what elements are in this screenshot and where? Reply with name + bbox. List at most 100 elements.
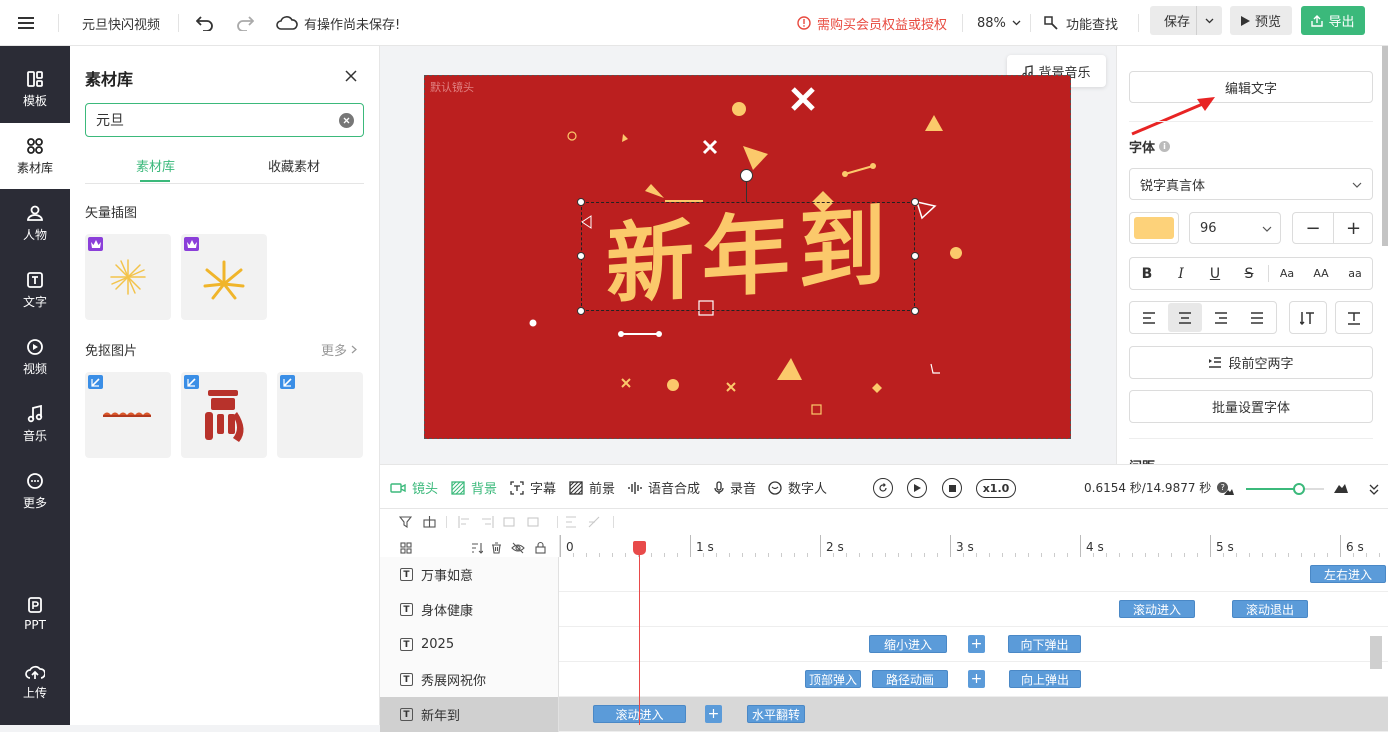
nav-item-more[interactable]: 更多 [0, 458, 70, 524]
search-box[interactable]: 元旦 [85, 103, 364, 137]
add-animation-button[interactable]: + [705, 705, 722, 723]
nav-item-upload[interactable]: 上传 [0, 649, 70, 715]
delete-icon[interactable] [491, 542, 502, 558]
stop-button[interactable] [942, 478, 962, 498]
nav-item-template[interactable]: 模板 [0, 56, 70, 122]
animation-clip[interactable]: 水平翻转 [747, 705, 805, 723]
animation-clip[interactable]: 向下弹出 [1008, 635, 1081, 653]
track-label[interactable]: T 身体健康 [380, 592, 559, 627]
strikethrough-button[interactable]: S [1232, 258, 1266, 289]
case-lower-button[interactable]: aa [1338, 258, 1372, 289]
zoom-select[interactable]: 88% [977, 0, 1021, 46]
slider-handle[interactable] [1293, 483, 1305, 495]
nav-item-ppt[interactable]: PPT [0, 581, 70, 647]
playhead-marker[interactable] [633, 541, 646, 555]
track-label[interactable]: T 万事如意 [380, 557, 559, 592]
nav-item-video[interactable]: 视频 [0, 324, 70, 390]
track-row[interactable]: T 2025 缩小进入 + 向下弹出 [380, 627, 1388, 662]
tab-background[interactable]: 背景 [451, 465, 497, 510]
timeline-zoom-slider[interactable] [1246, 483, 1324, 495]
more-link[interactable]: 更多 [321, 340, 357, 359]
grid-view-icon[interactable] [400, 542, 412, 558]
info-icon[interactable]: i [1159, 141, 1171, 152]
rotate-handle[interactable] [740, 169, 753, 182]
project-title[interactable]: 元旦快闪视频 [82, 0, 160, 46]
preview-button[interactable]: 预览 [1230, 6, 1292, 35]
nav-item-music[interactable]: 音乐 [0, 391, 70, 457]
chevron-down-icon[interactable] [1205, 18, 1214, 24]
align-left-icon[interactable] [1132, 303, 1166, 332]
menu-icon[interactable] [18, 0, 34, 46]
tab-asset-library[interactable]: 素材库 [136, 156, 175, 175]
decrease-button[interactable]: − [1293, 213, 1333, 243]
animation-clip[interactable]: 缩小进入 [869, 635, 947, 653]
animation-clip[interactable]: 左右进入 [1310, 565, 1386, 583]
zoom-out-icon[interactable] [1224, 484, 1234, 499]
play-button[interactable] [907, 478, 927, 498]
case-title-button[interactable]: Aa [1270, 258, 1304, 289]
font-size-select[interactable]: 96 [1189, 212, 1281, 244]
underline-button[interactable]: U [1198, 258, 1232, 289]
clear-icon[interactable] [339, 113, 354, 128]
track-label[interactable]: T 秀展网祝你 [380, 662, 559, 697]
vertical-text-icon[interactable] [1289, 301, 1327, 334]
selection-handle[interactable] [911, 307, 919, 315]
nav-item-assets[interactable]: 素材库 [0, 123, 70, 189]
track-label[interactable]: T 新年到 [380, 697, 559, 732]
align-justify-icon[interactable] [1240, 303, 1274, 332]
tab-subtitle[interactable]: 字幕 [510, 465, 556, 510]
tab-favorites[interactable]: 收藏素材 [268, 156, 320, 175]
member-warning[interactable]: 需购买会员权益或授权 [797, 0, 947, 46]
tab-foreground[interactable]: 前景 [569, 465, 615, 510]
sort-icon[interactable] [471, 542, 484, 558]
nav-item-text[interactable]: 文字 [0, 257, 70, 323]
asset-thumbnail[interactable] [277, 372, 363, 458]
video-canvas[interactable]: 默认镜头 新年到 [424, 75, 1071, 439]
collapse-icon[interactable] [1368, 483, 1380, 499]
feature-search-button[interactable]: 功能查找 [1044, 0, 1118, 46]
batch-font-button[interactable]: 批量设置字体 [1129, 390, 1373, 423]
asset-thumbnail[interactable] [85, 234, 171, 320]
animation-clip[interactable]: 路径动画 [872, 670, 948, 688]
zoom-in-icon[interactable] [1334, 482, 1348, 497]
animation-clip[interactable]: 滚动退出 [1232, 600, 1308, 618]
speed-button[interactable]: x1.0 [976, 479, 1016, 498]
asset-thumbnail[interactable] [85, 372, 171, 458]
track-label[interactable]: T 2025 [380, 627, 559, 662]
bold-button[interactable]: B [1130, 258, 1164, 289]
split-icon[interactable] [423, 516, 436, 532]
tab-digital-human[interactable]: 数字人 [768, 465, 827, 510]
track-row[interactable]: T新年到滚动进入+水平翻转 [380, 697, 1388, 732]
selection-handle[interactable] [577, 198, 585, 206]
indent-button[interactable]: 段前空两字 [1129, 346, 1373, 379]
track-row[interactable]: T 身体健康 滚动进入 滚动退出 [380, 592, 1388, 627]
save-button[interactable]: 保存 [1150, 6, 1222, 35]
selection-handle[interactable] [911, 252, 919, 260]
selection-handle[interactable] [911, 198, 919, 206]
asset-thumbnail[interactable] [181, 234, 267, 320]
selection-handle[interactable] [577, 252, 585, 260]
italic-button[interactable]: I [1164, 258, 1198, 289]
scrollbar[interactable] [1382, 46, 1388, 246]
timeline-scrollbar[interactable] [1370, 636, 1382, 669]
font-select[interactable]: 锐字真言体 [1129, 168, 1373, 200]
selection-handle[interactable] [577, 307, 585, 315]
align-right-icon[interactable] [1204, 303, 1238, 332]
align-center-icon[interactable] [1168, 303, 1202, 332]
replay-icon[interactable] [873, 478, 893, 498]
case-upper-button[interactable]: AA [1304, 258, 1338, 289]
animation-clip[interactable]: 顶部弹入 [805, 670, 861, 688]
redo-icon[interactable] [236, 0, 254, 46]
add-animation-button[interactable]: + [968, 670, 985, 688]
nav-item-person[interactable]: 人物 [0, 190, 70, 256]
undo-icon[interactable] [196, 0, 214, 46]
asset-thumbnail[interactable] [181, 372, 267, 458]
add-animation-button[interactable]: + [968, 635, 985, 653]
animation-clip[interactable]: 向上弹出 [1009, 670, 1081, 688]
filter-icon[interactable] [398, 516, 413, 532]
color-picker[interactable] [1129, 212, 1179, 244]
lock-icon[interactable] [535, 541, 546, 558]
search-input[interactable]: 元旦 [96, 110, 124, 130]
increase-button[interactable]: + [1334, 213, 1373, 243]
text-baseline-icon[interactable] [1335, 301, 1373, 334]
